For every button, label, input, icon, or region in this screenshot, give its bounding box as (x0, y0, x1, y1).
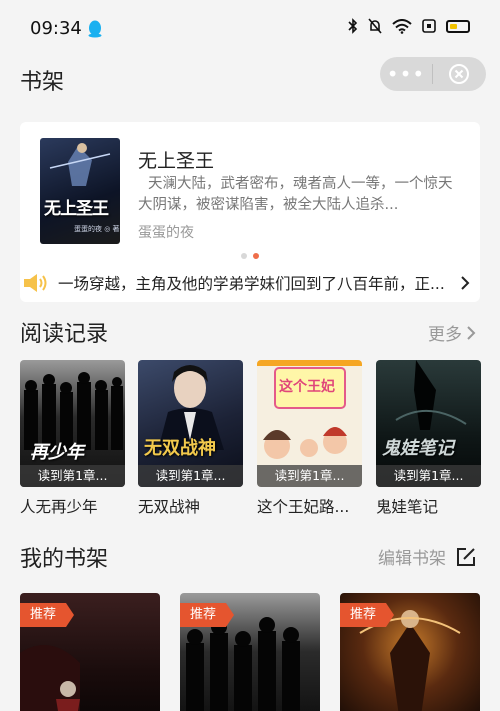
sim-icon (422, 19, 436, 33)
reading-progress-badge: 读到第1章... (138, 465, 243, 487)
reading-progress-badge: 读到第1章... (20, 465, 125, 487)
cover-art-silhouettes (186, 617, 300, 711)
battery-icon (446, 19, 470, 33)
history-book-title: 鬼娃笔记 (376, 498, 439, 516)
edit-shelf-button[interactable]: 编辑书架 (378, 544, 476, 569)
history-book-cover[interactable]: 无双战神 读到第1章... (138, 360, 243, 487)
featured-book-description: 天澜大陆，武者密布，魂者高人一等，一个惊天大阴谋，被密谋陷害，被全大陆人追杀..… (138, 176, 453, 213)
featured-cover-author: 蛋蛋的夜 ◎ 著 (74, 225, 120, 233)
status-icons (348, 18, 470, 34)
cover-art-figure (49, 143, 111, 186)
bluetooth-icon (348, 18, 358, 34)
notice-text: 一场穿越，主角及他的学弟学妹们回到了八百年前，正... (58, 275, 445, 293)
wifi-icon (392, 18, 412, 34)
close-button[interactable] (433, 63, 485, 85)
more-menu-button[interactable]: ••• (380, 57, 432, 91)
history-more-link[interactable]: 更多 (428, 320, 476, 345)
featured-book-title[interactable]: 无上圣王 (138, 146, 214, 173)
featured-book-cover[interactable]: 无上圣王 蛋蛋的夜 ◎ 著 (40, 138, 120, 244)
history-item[interactable]: 鬼娃笔记 读到第1章... 鬼娃笔记 (376, 360, 481, 517)
recommend-tag: 推荐 (180, 603, 234, 627)
shelf-book-cover[interactable]: 推荐 (180, 593, 320, 711)
speaker-icon (24, 274, 47, 292)
history-book-title: 这个王妃路... (257, 498, 350, 516)
history-cover-art-text: 这个王妃 (279, 379, 335, 395)
qq-notification-icon (88, 20, 102, 38)
shelf-section-title: 我的书架 (20, 547, 109, 572)
recommend-tag: 推荐 (20, 603, 74, 627)
notice-bar[interactable]: 一场穿越，主角及他的学弟学妹们回到了八百年前，正... (20, 268, 480, 298)
history-cover-art-text: 再少年 (30, 442, 84, 463)
history-cover-art-text: 无双战神 (144, 438, 216, 459)
history-more-label: 更多 (428, 325, 462, 345)
history-book-cover[interactable]: 再少年 读到第1章... (20, 360, 125, 487)
featured-book-author: 蛋蛋的夜 (138, 225, 194, 241)
edit-icon (457, 547, 475, 566)
chevron-right-icon (461, 276, 470, 290)
carousel-dot-active (253, 253, 259, 259)
history-book-title: 无双战神 (138, 498, 201, 516)
history-item[interactable]: 无双战神 读到第1章... 无双战神 (138, 360, 243, 517)
history-section-title: 阅读记录 (20, 322, 109, 347)
reading-progress-badge: 读到第1章... (257, 465, 362, 487)
mute-bell-icon (368, 18, 382, 34)
featured-cover-title: 无上圣王 (44, 199, 109, 219)
featured-book-card[interactable]: 无上圣王 蛋蛋的夜 ◎ 著 无上圣王 天澜大陆，武者密布，魂者高人一等，一个惊天… (20, 122, 480, 302)
carousel-dot (241, 253, 247, 259)
mini-program-capsule: ••• (380, 57, 486, 91)
shelf-book-cover[interactable]: 推荐 (340, 593, 480, 711)
shelf-book-cover[interactable]: 推荐 (20, 593, 160, 711)
chevron-right-icon (467, 325, 476, 340)
reading-progress-badge: 读到第1章... (376, 465, 481, 487)
status-bar: 09:34 (0, 0, 500, 56)
edit-shelf-label: 编辑书架 (378, 549, 446, 569)
status-time: 09:34 (30, 18, 82, 39)
recommend-tag: 推荐 (340, 603, 394, 627)
page-title: 书架 (20, 70, 65, 95)
close-circle-icon (449, 64, 469, 84)
history-item[interactable]: 这个王妃 读到第1章... 这个王妃路... (257, 360, 362, 517)
history-item[interactable]: 再少年 读到第1章... 人无再少年 (20, 360, 125, 517)
history-cover-art-text: 鬼娃笔记 (382, 438, 454, 459)
history-book-title: 人无再少年 (20, 498, 98, 516)
history-book-cover[interactable]: 这个王妃 读到第1章... (257, 360, 362, 487)
history-book-cover[interactable]: 鬼娃笔记 读到第1章... (376, 360, 481, 487)
